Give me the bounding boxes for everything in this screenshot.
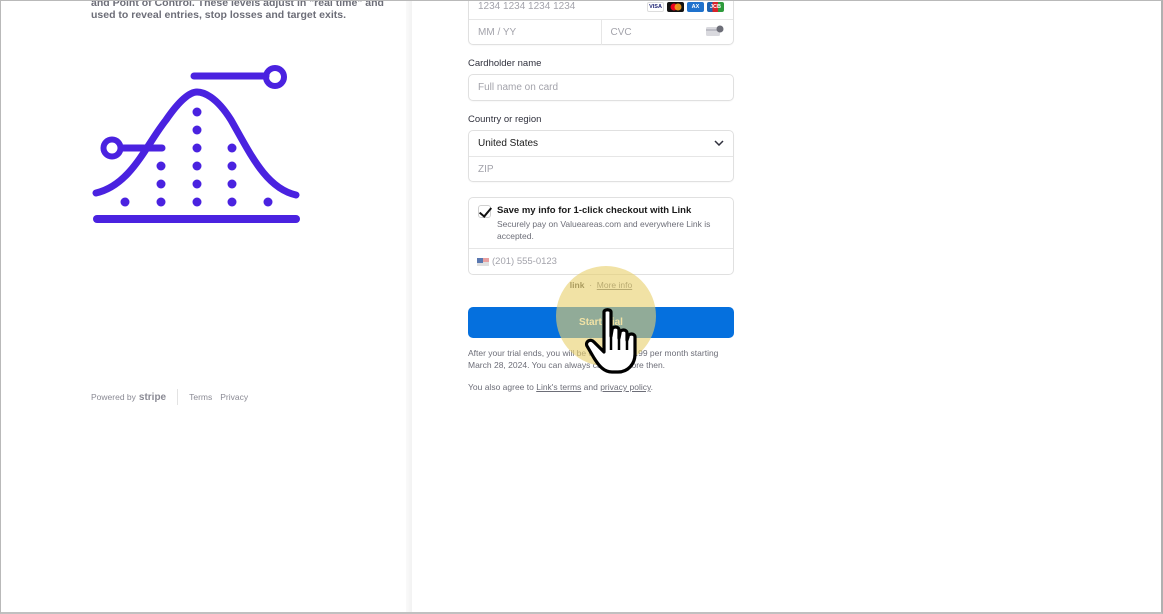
- terms-link[interactable]: Terms: [189, 392, 212, 402]
- stripe-footer: Powered by stripe Terms Privacy: [91, 389, 256, 405]
- zip-input[interactable]: ZIP: [469, 156, 733, 181]
- agreement-note: You also agree to Link's terms and priva…: [468, 382, 653, 392]
- us-flag-icon: [477, 257, 489, 266]
- phone-input[interactable]: (201) 555-0123: [469, 248, 733, 274]
- privacy-policy-link[interactable]: privacy policy: [600, 382, 650, 392]
- cardholder-name-input[interactable]: Full name on card: [468, 74, 734, 101]
- expiry-input[interactable]: MM / YY: [469, 20, 601, 45]
- link-logo: link: [569, 280, 585, 290]
- expiry-cvc-row: MM / YY CVC: [469, 19, 734, 45]
- save-info-subtitle: Securely pay on Valueareas.com and every…: [497, 219, 711, 241]
- chevron-down-icon: [714, 138, 724, 149]
- save-info-checkbox[interactable]: [478, 205, 491, 218]
- cvc-input[interactable]: CVC: [600, 19, 734, 45]
- cardholder-label: Cardholder name: [468, 58, 542, 69]
- panel-divider: [406, 0, 412, 614]
- card-details-group: 1234 1234 1234 1234 VISA AX JCB MM / YY …: [468, 0, 734, 45]
- country-label: Country or region: [468, 114, 542, 125]
- jcb-icon: JCB: [707, 1, 724, 12]
- start-trial-button[interactable]: Start trial: [468, 307, 734, 338]
- card-brand-icons: VISA AX JCB: [647, 1, 724, 12]
- product-summary-panel: and Point of Control. These levels adjus…: [1, 0, 407, 614]
- footer-divider: [177, 389, 179, 405]
- payment-form: 1234 1234 1234 1234 VISA AX JCB MM / YY …: [468, 0, 734, 394]
- bell-curve-distribution-icon: [91, 60, 306, 235]
- stripe-logo[interactable]: stripe: [139, 392, 166, 403]
- trial-terms-note: After your trial ends, you will be charg…: [468, 348, 719, 370]
- powered-by-label: Powered by: [91, 392, 136, 402]
- save-info-title: Save my info for 1-click checkout with L…: [497, 205, 692, 216]
- visa-icon: VISA: [647, 1, 664, 12]
- card-number-input[interactable]: 1234 1234 1234 1234 VISA AX JCB: [469, 0, 733, 19]
- link-terms-link[interactable]: Link's terms: [536, 382, 581, 392]
- privacy-link[interactable]: Privacy: [220, 392, 248, 402]
- amex-icon: AX: [687, 1, 704, 12]
- address-group: United States ZIP: [468, 130, 734, 182]
- cvc-card-icon: [706, 25, 724, 39]
- mastercard-icon: [667, 1, 684, 12]
- link-save-info-group: Save my info for 1-click checkout with L…: [468, 197, 734, 275]
- link-info-row: link · More info: [569, 280, 633, 290]
- product-description: and Point of Control. These levels adjus…: [91, 0, 384, 21]
- country-select[interactable]: United States: [469, 131, 733, 156]
- more-info-link[interactable]: More info: [597, 280, 632, 290]
